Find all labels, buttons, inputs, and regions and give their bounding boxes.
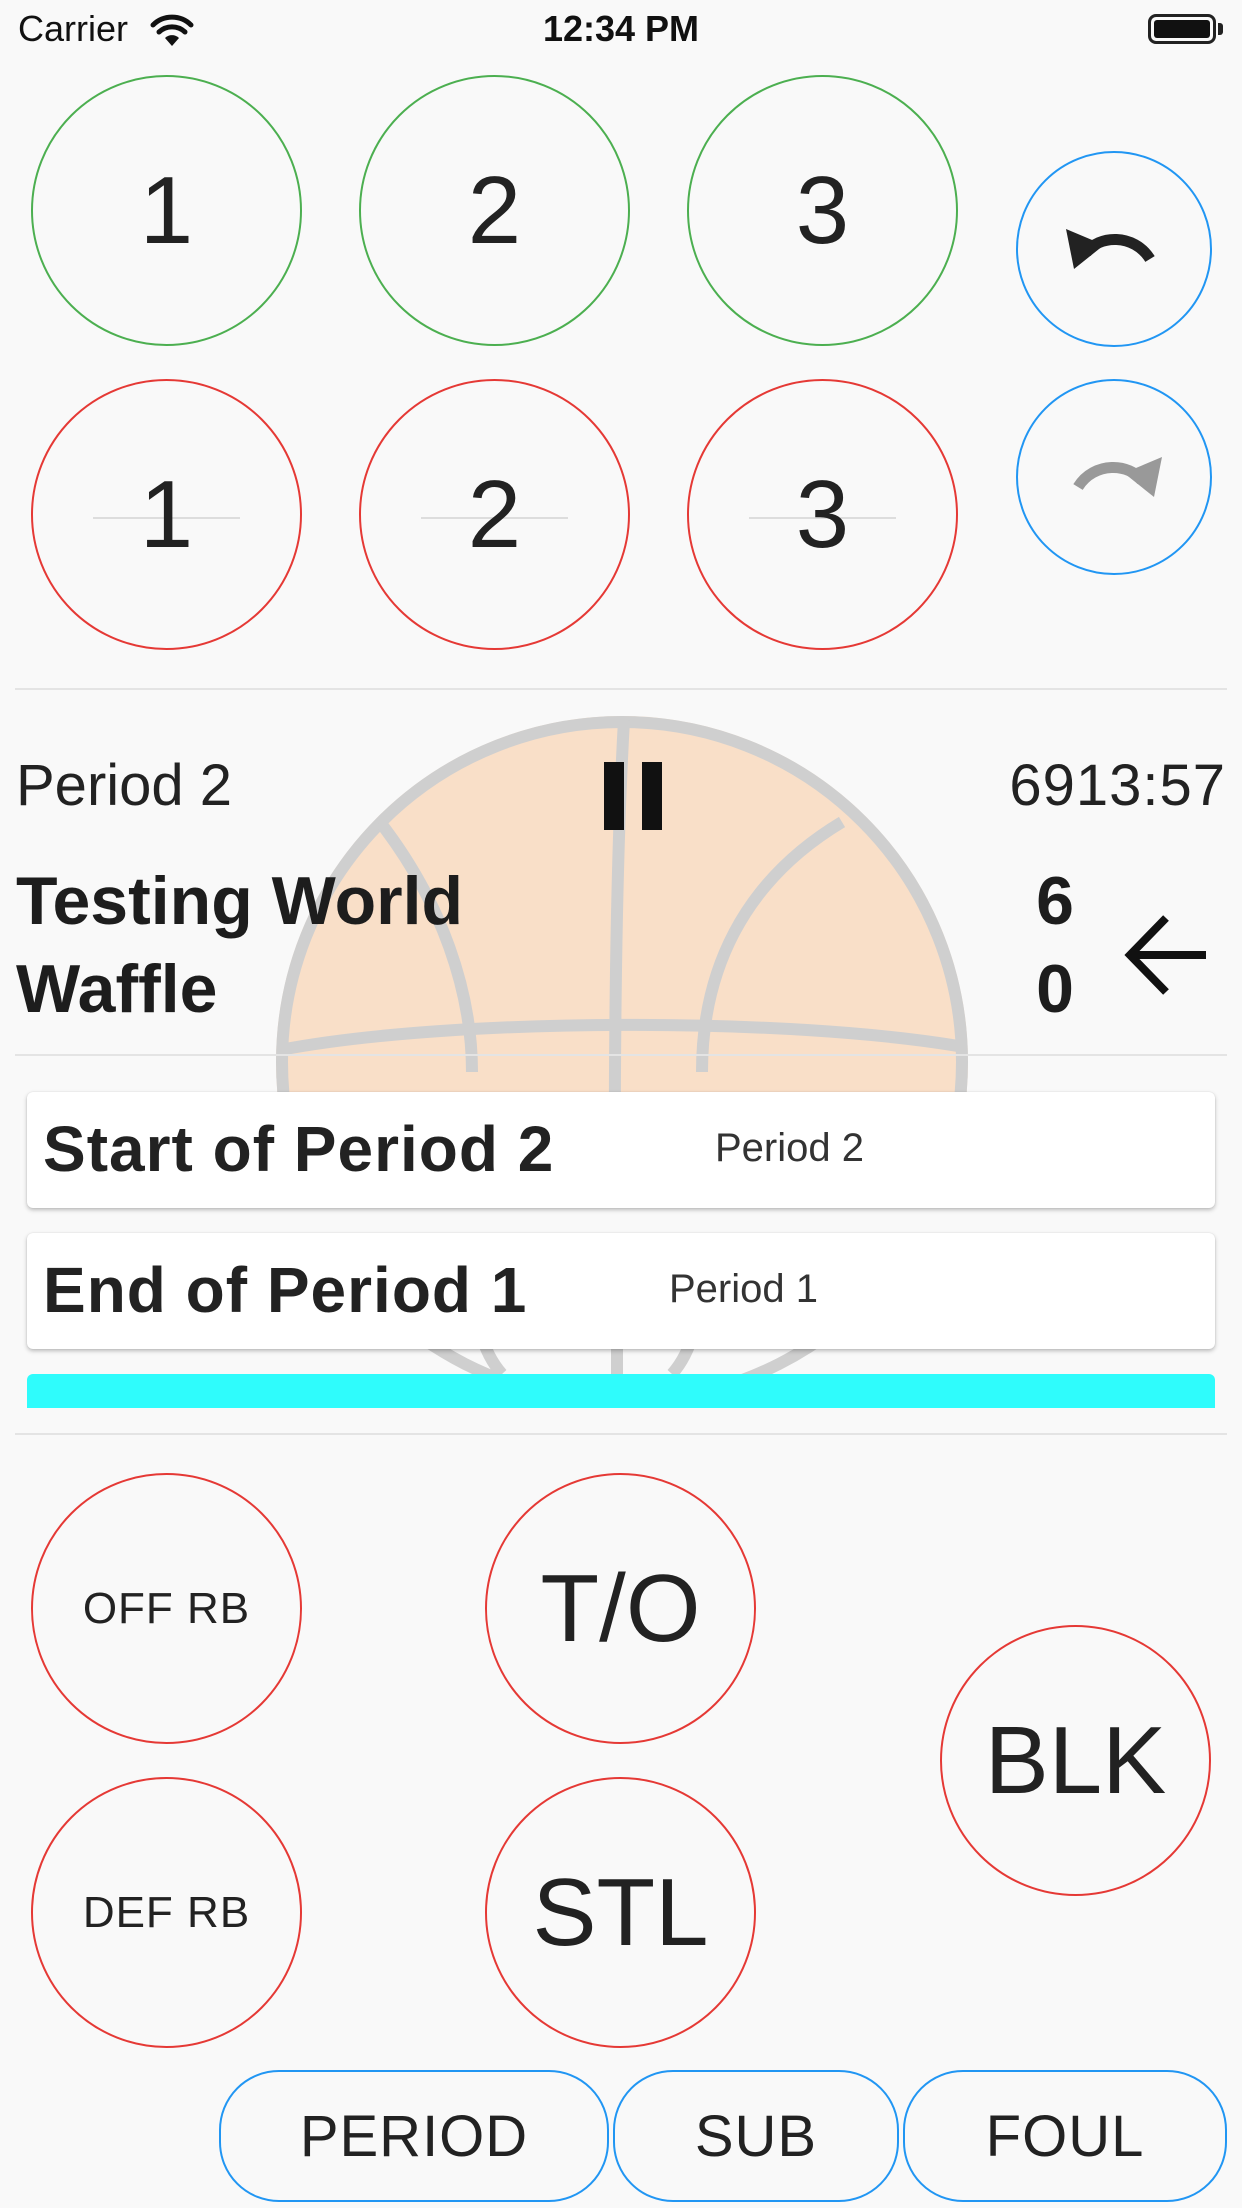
play-log-period: Period 1: [669, 1267, 818, 1311]
turnover-label: T/O: [540, 1554, 701, 1662]
undo-button[interactable]: [1016, 151, 1212, 347]
turnover-button[interactable]: T/O: [485, 1473, 756, 1744]
made-2pt-button[interactable]: 2: [359, 75, 630, 346]
sub-button[interactable]: SUB: [613, 2070, 899, 2202]
steal-label: STL: [532, 1858, 709, 1966]
def-rb-label: DEF RB: [82, 1887, 251, 1937]
missed-2pt-label: 2: [467, 460, 522, 568]
divider: [15, 688, 1227, 690]
block-button[interactable]: BLK: [940, 1625, 1211, 1896]
missed-2pt-button[interactable]: 2: [359, 379, 630, 650]
pause-button[interactable]: [600, 760, 666, 832]
divider: [15, 1054, 1227, 1056]
redo-button[interactable]: [1016, 379, 1212, 575]
missed-1pt-label: 1: [139, 460, 194, 568]
period-label: Period 2: [16, 753, 233, 818]
play-log-title: Start of Period 2: [43, 1113, 555, 1185]
away-score: 0: [1036, 951, 1074, 1027]
block-label: BLK: [984, 1706, 1167, 1814]
game-clock: 6913:57: [1009, 753, 1226, 818]
period-button[interactable]: PERIOD: [219, 2070, 609, 2202]
pause-icon: [604, 762, 662, 830]
sub-button-label: SUB: [694, 2103, 818, 2169]
made-1pt-button[interactable]: 1: [31, 75, 302, 346]
steal-button[interactable]: STL: [485, 1777, 756, 2048]
status-time: 12:34 PM: [542, 8, 700, 49]
redo-icon: [1073, 457, 1162, 497]
play-log-item-selected[interactable]: [27, 1374, 1215, 1408]
missed-1pt-button[interactable]: 1: [31, 379, 302, 650]
play-log-item[interactable]: End of Period 1 Period 1: [27, 1233, 1215, 1349]
made-2pt-label: 2: [467, 156, 522, 264]
off-rb-label: OFF RB: [82, 1583, 251, 1633]
missed-3pt-label: 3: [795, 460, 850, 568]
play-log-title: End of Period 1: [43, 1254, 528, 1326]
divider: [15, 1433, 1227, 1435]
play-log-item[interactable]: Start of Period 2 Period 2: [27, 1092, 1215, 1208]
arrow-left-icon: [1124, 915, 1206, 995]
away-team-name[interactable]: Waffle: [16, 950, 217, 1028]
undo-icon: [1066, 229, 1155, 269]
foul-button-label: FOUL: [985, 2103, 1145, 2169]
period-button-label: PERIOD: [299, 2103, 529, 2169]
battery-icon: [1148, 14, 1216, 44]
defensive-rebound-button[interactable]: DEF RB: [31, 1777, 302, 2048]
foul-button[interactable]: FOUL: [903, 2070, 1227, 2202]
offensive-rebound-button[interactable]: OFF RB: [31, 1473, 302, 1744]
made-1pt-label: 1: [139, 156, 194, 264]
home-score: 6: [1036, 863, 1074, 939]
possession-button[interactable]: [1122, 910, 1210, 1000]
home-team-name[interactable]: Testing World: [16, 862, 463, 940]
battery-tip: [1218, 23, 1223, 35]
missed-3pt-button[interactable]: 3: [687, 379, 958, 650]
made-3pt-label: 3: [795, 156, 850, 264]
made-3pt-button[interactable]: 3: [687, 75, 958, 346]
play-log-period: Period 2: [715, 1126, 864, 1170]
